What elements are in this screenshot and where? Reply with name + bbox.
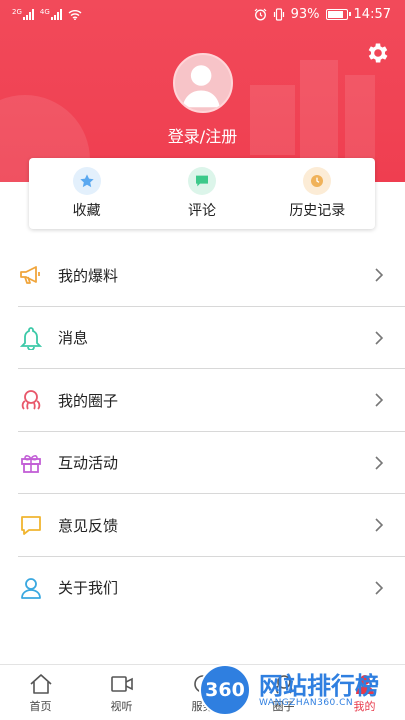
signal-tag: 4G — [39, 7, 50, 16]
profile-icon — [355, 675, 374, 694]
tab-label: 视听 — [110, 700, 133, 713]
octopus-icon — [18, 387, 44, 413]
settings-gear-icon[interactable] — [365, 40, 391, 66]
tab-home[interactable]: 首页 — [0, 665, 81, 720]
quick-action-comments[interactable]: 评论 — [144, 158, 259, 229]
alarm-icon — [254, 8, 267, 20]
menu-item-my-circles[interactable]: 我的圈子 — [0, 369, 405, 432]
quick-actions-card: 收藏 评论 历史记录 — [29, 158, 375, 229]
tab-circles[interactable]: 圈子 — [243, 665, 324, 720]
battery-percent: 93% — [290, 6, 320, 22]
battery-level-fill — [327, 10, 344, 18]
bell-icon — [18, 325, 44, 351]
menu-item-feedback[interactable]: 意见反馈 — [0, 494, 405, 557]
tab-label: 服务 — [191, 700, 214, 713]
chevron-right-icon — [375, 581, 384, 595]
menu-item-label: 我的爆料 — [58, 266, 119, 285]
tab-mine[interactable]: 我的 — [324, 665, 405, 720]
comment-icon — [187, 167, 216, 195]
user-icon — [18, 575, 44, 601]
chevron-right-icon — [375, 268, 384, 282]
service-icon — [193, 675, 212, 693]
quick-action-label: 历史记录 — [289, 203, 346, 219]
login-register-link[interactable]: 登录/注册 — [0, 123, 405, 147]
clock-time: 14:57 — [353, 6, 391, 22]
home-icon — [29, 674, 52, 694]
chevron-right-icon — [375, 393, 384, 407]
wifi-icon — [68, 9, 82, 20]
signal-icon: 4G — [39, 7, 62, 20]
battery-icon — [325, 8, 351, 20]
menu-item-interactive-activities[interactable]: 互动活动 — [0, 432, 405, 495]
circle-icon — [275, 675, 292, 694]
quick-action-history[interactable]: 历史记录 — [260, 158, 375, 229]
bottom-tab-bar: 首页 视听 服务 圈子 我的 — [0, 664, 405, 720]
menu-item-my-tips[interactable]: 我的爆料 — [0, 244, 405, 307]
header-decoration — [345, 75, 375, 160]
clock-icon — [303, 167, 332, 195]
menu-item-about-us[interactable]: 关于我们 — [0, 557, 405, 620]
chevron-right-icon — [375, 456, 384, 470]
tab-label: 圈子 — [272, 700, 295, 713]
menu-item-messages[interactable]: 消息 — [0, 307, 405, 370]
status-bar: 2G 4G 93% 14:57 — [0, 0, 405, 28]
feedback-icon — [18, 512, 44, 538]
tab-audiovisual[interactable]: 视听 — [81, 665, 162, 720]
vibrate-icon — [273, 7, 284, 21]
menu-item-label: 互动活动 — [58, 454, 119, 473]
quick-action-favorites[interactable]: 收藏 — [29, 158, 144, 229]
quick-action-label: 评论 — [187, 203, 216, 219]
tab-label: 我的 — [353, 700, 376, 713]
menu-item-label: 我的圈子 — [58, 391, 119, 410]
megaphone-icon — [18, 262, 44, 288]
menu-item-label: 消息 — [58, 329, 89, 348]
default-avatar-icon — [182, 65, 220, 108]
chevron-right-icon — [375, 331, 384, 345]
profile-menu: 我的爆料 消息 我的圈子 互动活动 意见反馈 关于我们 — [0, 244, 405, 619]
star-icon — [72, 167, 101, 195]
menu-item-label: 意见反馈 — [58, 516, 119, 535]
signal-icon: 2G — [12, 7, 34, 20]
tab-label: 首页 — [29, 700, 52, 713]
signal-tag: 2G — [12, 7, 22, 16]
video-icon — [110, 676, 133, 692]
tab-services[interactable]: 服务 — [162, 665, 243, 720]
avatar[interactable] — [173, 53, 233, 113]
quick-action-label: 收藏 — [72, 203, 101, 219]
chevron-right-icon — [375, 518, 384, 532]
menu-item-label: 关于我们 — [58, 579, 119, 598]
gift-icon — [18, 450, 44, 476]
